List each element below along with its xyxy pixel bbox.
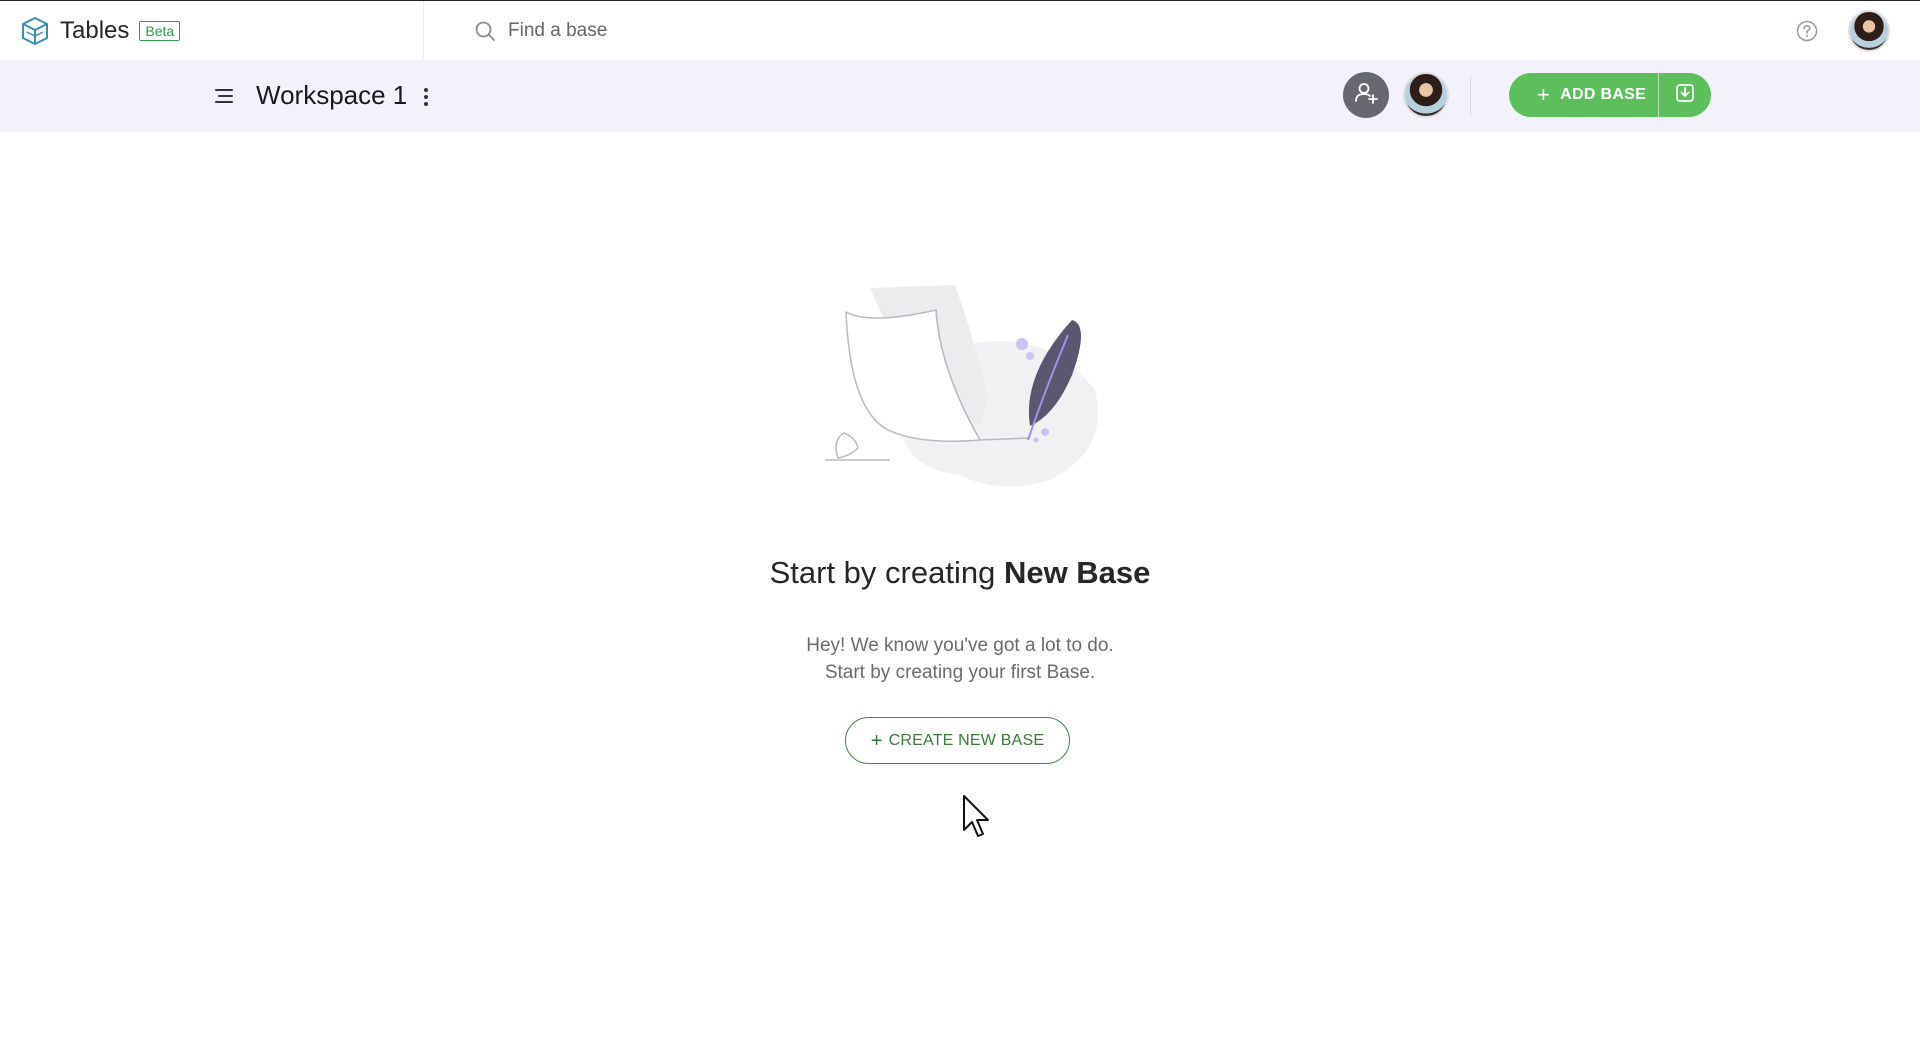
- beta-badge: Beta: [139, 20, 181, 41]
- workspace-title[interactable]: Workspace 1: [256, 80, 407, 111]
- search-icon: [474, 20, 496, 42]
- description-line-2: Start by creating your first Base.: [824, 662, 1096, 683]
- profile-avatar[interactable]: [1848, 10, 1890, 52]
- top-right-actions: [1796, 1, 1890, 61]
- create-new-base-button[interactable]: + CREATE NEW BASE: [845, 717, 1070, 764]
- heading-bold: New Base: [1003, 555, 1151, 590]
- mouse-pointer-icon: [962, 794, 992, 838]
- add-user-icon: [1353, 80, 1379, 111]
- empty-state-illustration: [810, 280, 1110, 500]
- add-base-button[interactable]: + ADD BASE: [1509, 73, 1658, 117]
- empty-state-heading: Start by creating New Base: [0, 555, 1920, 591]
- invite-user-button[interactable]: [1343, 72, 1389, 118]
- description-line-1: Hey! We know you've got a lot to do.: [806, 635, 1114, 656]
- plus-icon: +: [870, 729, 883, 752]
- create-new-base-label: CREATE NEW BASE: [888, 731, 1045, 749]
- tables-logo-icon[interactable]: [20, 16, 50, 46]
- search-bar: [474, 1, 1008, 60]
- top-navigation-bar: Tables Beta: [0, 0, 1920, 60]
- search-input[interactable]: [508, 19, 1008, 42]
- hamburger-menu-icon[interactable]: [212, 84, 236, 108]
- help-icon[interactable]: [1796, 20, 1818, 42]
- import-base-button[interactable]: [1659, 73, 1711, 117]
- divider: [1470, 76, 1471, 116]
- add-base-button-group: + ADD BASE: [1509, 73, 1711, 117]
- empty-state-description: Hey! We know you've got a lot to do. Sta…: [0, 632, 1920, 686]
- more-vertical-icon[interactable]: [418, 84, 434, 110]
- app-name: Tables: [60, 16, 130, 44]
- plus-icon: +: [1537, 82, 1551, 107]
- import-icon: [1674, 82, 1696, 109]
- workspace-header: Workspace 1 + ADD BASE: [0, 60, 1920, 132]
- add-base-label: ADD BASE: [1560, 86, 1647, 103]
- member-avatar[interactable]: [1403, 72, 1449, 118]
- brand: Tables Beta: [0, 1, 424, 60]
- heading-prefix: Start by creating: [769, 555, 1004, 590]
